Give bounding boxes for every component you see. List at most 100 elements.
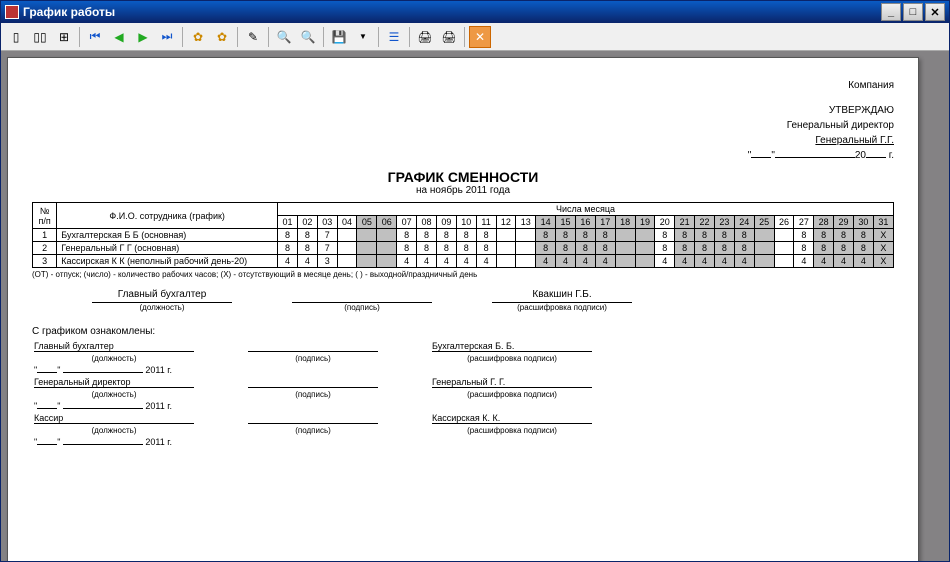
ack-date: "" 2011 г. <box>34 365 194 375</box>
ack-position: Генеральный директор <box>34 377 194 388</box>
cell: 8 <box>456 229 476 242</box>
content-area: Компания УТВЕРЖДАЮ Генеральный директор … <box>1 51 949 561</box>
ack-date: "" 2011 г. <box>34 437 194 447</box>
day-header: 10 <box>456 216 476 229</box>
cell: 4 <box>536 255 556 268</box>
table-row: 1Бухгалтерская Б Б (основная)88788888888… <box>33 229 894 242</box>
approve-name: Генеральный Г.Г. <box>32 133 894 148</box>
first-page-icon[interactable]: ⏮ <box>84 26 106 48</box>
cell <box>377 255 397 268</box>
ack-sign-cap: (подпись) <box>248 426 378 435</box>
page-grid-icon[interactable]: ⊞ <box>53 26 75 48</box>
cell: 8 <box>397 242 417 255</box>
save-icon[interactable]: 💾 <box>328 26 350 48</box>
row-num: 2 <box>33 242 57 255</box>
cell: 8 <box>278 229 298 242</box>
window-title: График работы <box>23 5 115 19</box>
sig-sign-cap: (подпись) <box>344 303 380 312</box>
cell <box>337 255 357 268</box>
page-two-icon[interactable]: ▯▯ <box>29 26 51 48</box>
next-page-icon[interactable]: ▶ <box>132 26 154 48</box>
day-header: 17 <box>595 216 615 229</box>
cell <box>774 242 794 255</box>
cell: 8 <box>834 242 854 255</box>
day-header: 08 <box>417 216 437 229</box>
day-header: 14 <box>536 216 556 229</box>
ack-sign-cap: (подпись) <box>248 354 378 363</box>
cell: 8 <box>417 229 437 242</box>
cell <box>754 255 774 268</box>
day-header: 25 <box>754 216 774 229</box>
day-header: 09 <box>436 216 456 229</box>
cell: 8 <box>595 242 615 255</box>
titlebar: График работы _ □ ✕ <box>1 1 949 23</box>
close-button[interactable]: ✕ <box>925 3 945 21</box>
cell <box>377 229 397 242</box>
print-setup-icon[interactable]: 🖨 <box>438 26 460 48</box>
app-icon <box>5 5 19 19</box>
cell <box>377 242 397 255</box>
ack-name: Генеральный Г. Г. <box>432 377 592 388</box>
ack-name: Кассирская К. К. <box>432 413 592 424</box>
cell: 8 <box>536 242 556 255</box>
prev-page-icon[interactable]: ◀ <box>108 26 130 48</box>
cell <box>496 229 516 242</box>
cell <box>774 229 794 242</box>
cell <box>635 229 655 242</box>
print-icon[interactable]: 🖨 <box>414 26 436 48</box>
cell <box>357 255 377 268</box>
edit-icon[interactable]: ✎ <box>242 26 264 48</box>
cell: 8 <box>834 229 854 242</box>
cell: 4 <box>417 255 437 268</box>
cell: 4 <box>814 255 834 268</box>
list-icon[interactable]: ☰ <box>383 26 405 48</box>
cell <box>516 229 536 242</box>
cell <box>357 242 377 255</box>
cell: 8 <box>794 242 814 255</box>
page-one-icon[interactable]: ▯ <box>5 26 27 48</box>
maximize-button[interactable]: □ <box>903 3 923 21</box>
cell <box>615 242 635 255</box>
cell: 4 <box>297 255 317 268</box>
signature-row: Главный бухгалтер (должность) (подпись) … <box>92 289 894 312</box>
cell: 8 <box>595 229 615 242</box>
close-doc-icon[interactable]: ✕ <box>469 26 491 48</box>
cell: Х <box>873 255 893 268</box>
cell: 4 <box>278 255 298 268</box>
cell: 8 <box>436 229 456 242</box>
day-header: 23 <box>714 216 734 229</box>
table-row: 3Кассирская К К (неполный рабочий день-2… <box>33 255 894 268</box>
row-fio: Кассирская К К (неполный рабочий день-20… <box>57 255 278 268</box>
cell <box>754 242 774 255</box>
cell <box>496 255 516 268</box>
day-header: 03 <box>317 216 337 229</box>
save-dropdown-icon[interactable]: ▼ <box>352 26 374 48</box>
settings2-icon[interactable]: ✿ <box>211 26 233 48</box>
col-fio-header: Ф.И.О. сотрудника (график) <box>57 203 278 229</box>
cell: 7 <box>317 242 337 255</box>
cell: 8 <box>278 242 298 255</box>
header-block: Компания УТВЕРЖДАЮ Генеральный директор … <box>32 78 894 163</box>
day-header: 07 <box>397 216 417 229</box>
cell <box>635 242 655 255</box>
last-page-icon[interactable]: ⏭ <box>156 26 178 48</box>
schedule-table: № п/п Ф.И.О. сотрудника (график) Числа м… <box>32 202 894 268</box>
day-header: 30 <box>853 216 873 229</box>
row-fio: Бухгалтерская Б Б (основная) <box>57 229 278 242</box>
sig-position-cap: (должность) <box>140 303 185 312</box>
cell: 8 <box>476 229 496 242</box>
cell: 4 <box>556 255 576 268</box>
ack-sign <box>248 413 378 424</box>
cell: 8 <box>655 229 675 242</box>
legend: (ОТ) - отпуск; (число) - количество рабо… <box>32 270 894 279</box>
settings-icon[interactable]: ✿ <box>187 26 209 48</box>
zoom-in-icon[interactable]: 🔍 <box>273 26 295 48</box>
cell <box>615 229 635 242</box>
minimize-button[interactable]: _ <box>881 3 901 21</box>
row-fio: Генеральный Г Г (основная) <box>57 242 278 255</box>
sig-position: Главный бухгалтер <box>92 289 232 303</box>
cell <box>516 242 536 255</box>
cell: 8 <box>675 229 695 242</box>
cell: 8 <box>476 242 496 255</box>
zoom-out-icon[interactable]: 🔍 <box>297 26 319 48</box>
